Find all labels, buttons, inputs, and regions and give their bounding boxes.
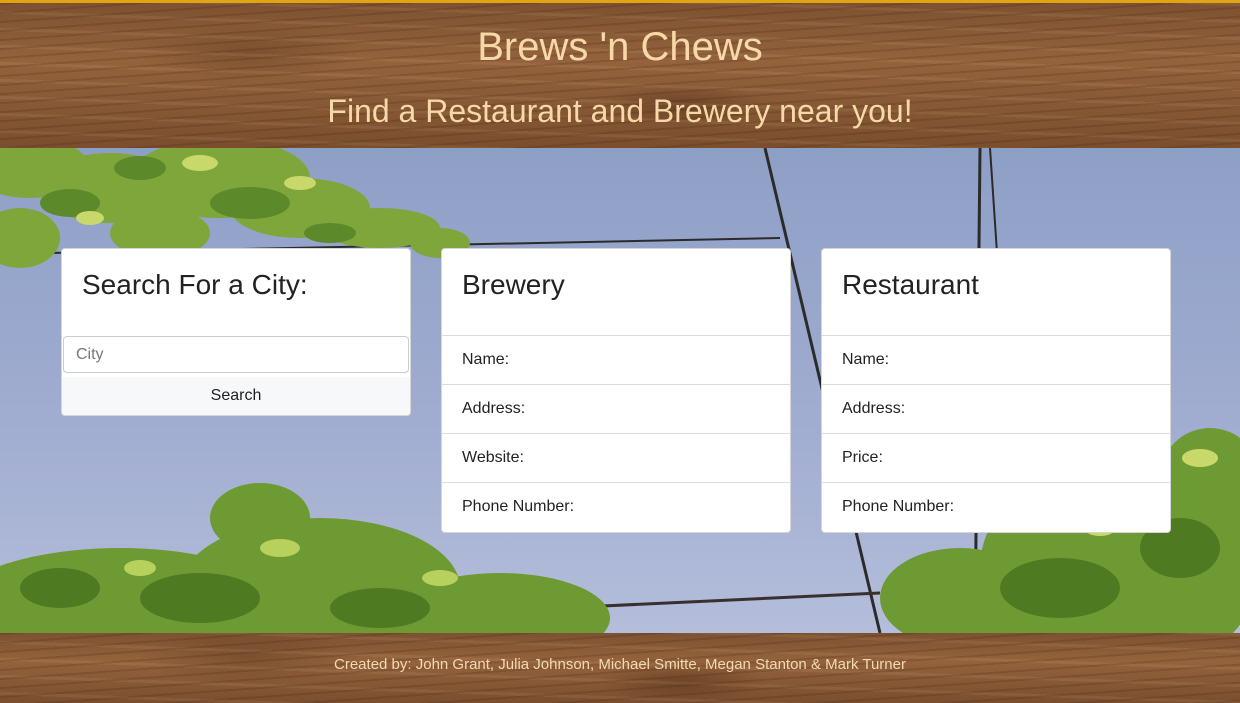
footer-credits: Created by: John Grant, Julia Johnson, M…: [334, 656, 906, 673]
site-footer: Created by: John Grant, Julia Johnson, M…: [0, 633, 1240, 703]
search-card-title: Search For a City:: [82, 269, 308, 300]
restaurant-address-field: Address:: [822, 385, 1170, 434]
restaurant-card: Restaurant Name: Address: Price: Phone N…: [821, 248, 1171, 533]
restaurant-name-field: Name:: [822, 336, 1170, 385]
search-button[interactable]: Search: [62, 377, 410, 415]
city-input[interactable]: [63, 336, 409, 373]
brewery-phone-field: Phone Number:: [462, 498, 575, 515]
site-title: Brews 'n Chews: [477, 25, 763, 69]
city-search-card: Search For a City: Search: [61, 248, 411, 416]
brewery-card-title: Brewery: [442, 249, 790, 336]
restaurant-phone-field: Phone Number:: [842, 498, 955, 515]
restaurant-card-title: Restaurant: [822, 249, 1170, 336]
brewery-card: Brewery Name: Address: Website: Phone Nu…: [441, 248, 791, 533]
hero-section: Search For a City: Search Brewery Name: …: [0, 148, 1240, 633]
brewery-address-field: Address:: [442, 385, 790, 434]
restaurant-price-field: Price:: [822, 434, 1170, 483]
brewery-name-field: Name:: [442, 336, 790, 385]
site-subtitle: Find a Restaurant and Brewery near you!: [327, 93, 913, 129]
brewery-website-field: Website:: [442, 434, 790, 483]
site-header: Brews 'n Chews Find a Restaurant and Bre…: [0, 0, 1240, 148]
